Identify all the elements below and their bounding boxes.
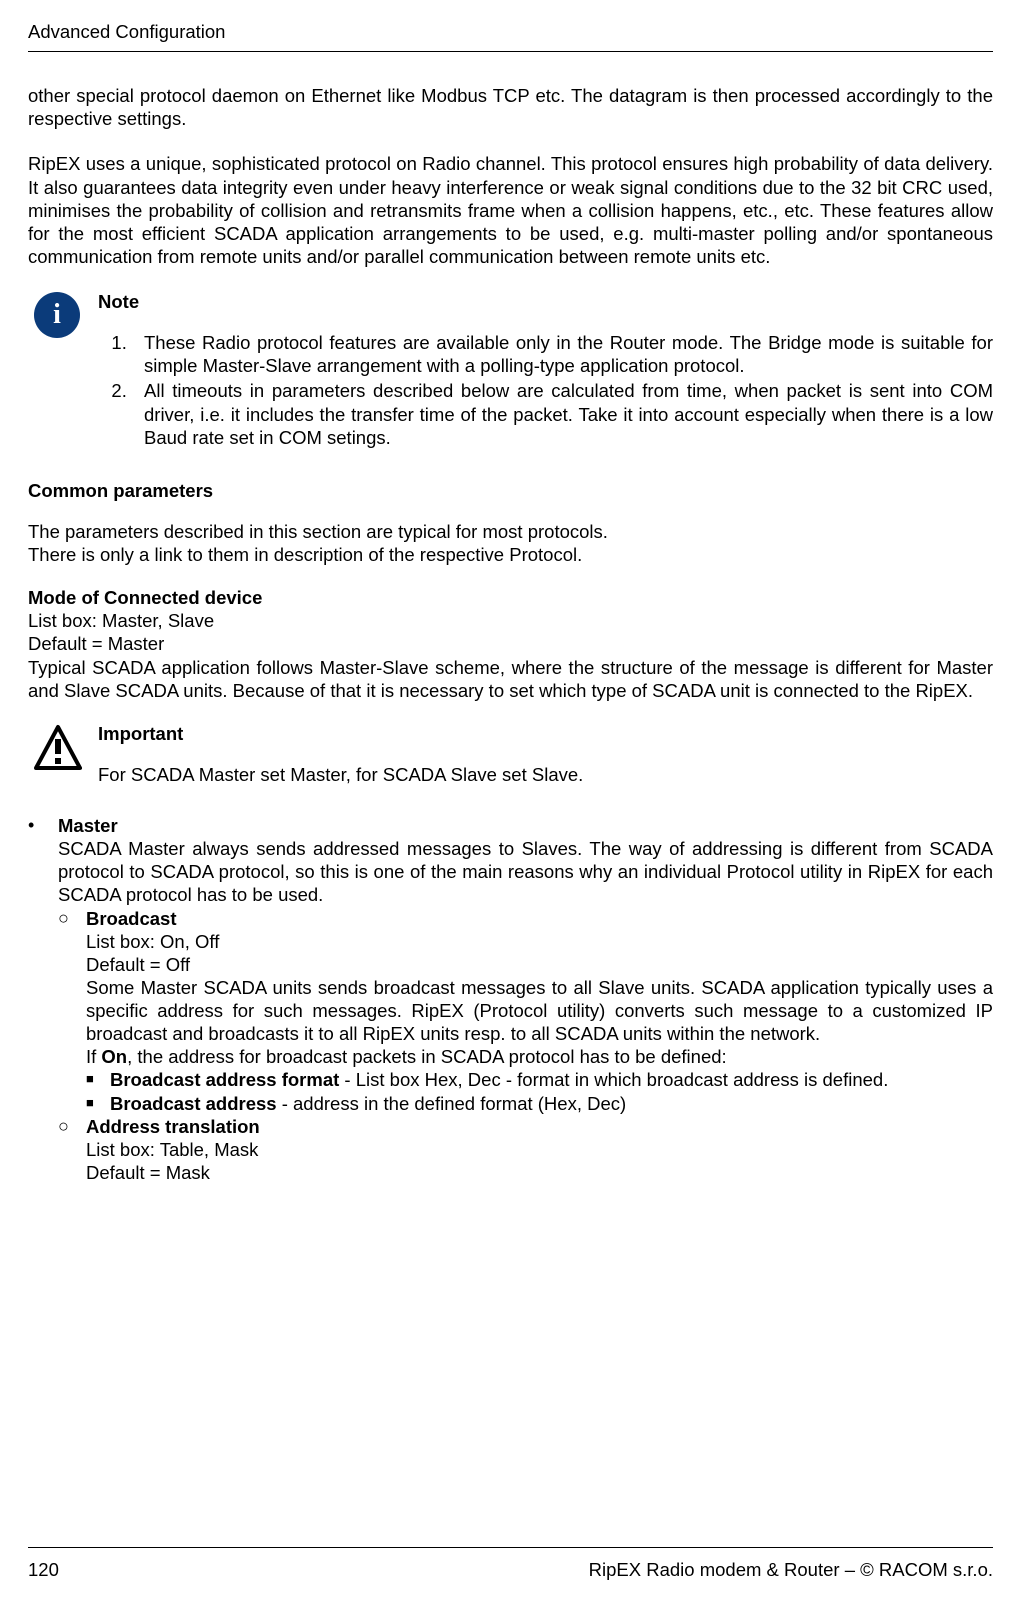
broadcast-description: Some Master SCADA units sends broadcast … xyxy=(86,976,993,1045)
broadcast-address-format-title: Broadcast address format xyxy=(110,1069,339,1090)
mode-default: Default = Master xyxy=(28,632,993,655)
common-parameters-heading: Common parameters xyxy=(28,479,993,502)
important-block: Important For SCADA Master set Master, f… xyxy=(28,722,993,786)
broadcast-listbox: List box: On, Off xyxy=(86,930,993,953)
bullet-dot-icon: • xyxy=(28,814,58,837)
master-text: SCADA Master always sends addressed mess… xyxy=(58,837,993,906)
common-p2: There is only a link to them in descript… xyxy=(28,543,993,566)
master-bullet: • Master SCADA Master always sends addre… xyxy=(28,814,993,1184)
address-translation-bullet: ○ Address translation List box: Table, M… xyxy=(58,1115,993,1184)
address-translation-title: Address translation xyxy=(86,1116,260,1137)
broadcast-bullet: ○ Broadcast List box: On, Off Default = … xyxy=(58,907,993,1115)
note-item-1: These Radio protocol features are availa… xyxy=(132,331,993,377)
address-translation-default: Default = Mask xyxy=(86,1161,993,1184)
circle-bullet-icon: ○ xyxy=(58,907,86,930)
broadcast-address-format-text: - List box Hex, Dec - format in which br… xyxy=(339,1069,888,1090)
page-header: Advanced Configuration xyxy=(28,0,993,52)
important-text: For SCADA Master set Master, for SCADA S… xyxy=(98,763,993,786)
header-title: Advanced Configuration xyxy=(28,21,225,42)
broadcast-on-line: If On, the address for broadcast packets… xyxy=(86,1045,993,1068)
warning-icon xyxy=(28,722,98,772)
mode-listbox: List box: Master, Slave xyxy=(28,609,993,632)
important-title: Important xyxy=(98,722,993,745)
circle-bullet-icon: ○ xyxy=(58,1115,86,1138)
address-translation-listbox: List box: Table, Mask xyxy=(86,1138,993,1161)
broadcast-address-bullet: ■ Broadcast address - address in the def… xyxy=(86,1092,993,1115)
common-p1: The parameters described in this section… xyxy=(28,520,993,543)
mode-block: Mode of Connected device List box: Maste… xyxy=(28,586,993,702)
note-block: i Note These Radio protocol features are… xyxy=(28,290,993,451)
intro-paragraph-2: RipEX uses a unique, sophisticated proto… xyxy=(28,152,993,268)
broadcast-address-text: - address in the defined format (Hex, De… xyxy=(277,1093,627,1114)
intro-paragraph-1: other special protocol daemon on Etherne… xyxy=(28,84,993,130)
common-parameters-text: The parameters described in this section… xyxy=(28,520,993,566)
note-title: Note xyxy=(98,290,993,313)
broadcast-title: Broadcast xyxy=(86,908,176,929)
master-title: Master xyxy=(58,815,118,836)
broadcast-address-title: Broadcast address xyxy=(110,1093,277,1114)
note-item-2: All timeouts in parameters described bel… xyxy=(132,379,993,448)
broadcast-address-format-bullet: ■ Broadcast address format - List box He… xyxy=(86,1068,993,1091)
square-bullet-icon: ■ xyxy=(86,1092,110,1114)
mode-description: Typical SCADA application follows Master… xyxy=(28,656,993,702)
mode-heading: Mode of Connected device xyxy=(28,586,993,609)
broadcast-default: Default = Off xyxy=(86,953,993,976)
square-bullet-icon: ■ xyxy=(86,1068,110,1090)
info-icon: i xyxy=(28,290,98,338)
page-number: 120 xyxy=(28,1558,59,1581)
footer-text: RipEX Radio modem & Router – © RACOM s.r… xyxy=(589,1558,993,1581)
page-footer: 120 RipEX Radio modem & Router – © RACOM… xyxy=(28,1547,993,1581)
page-content: other special protocol daemon on Etherne… xyxy=(28,52,993,1184)
